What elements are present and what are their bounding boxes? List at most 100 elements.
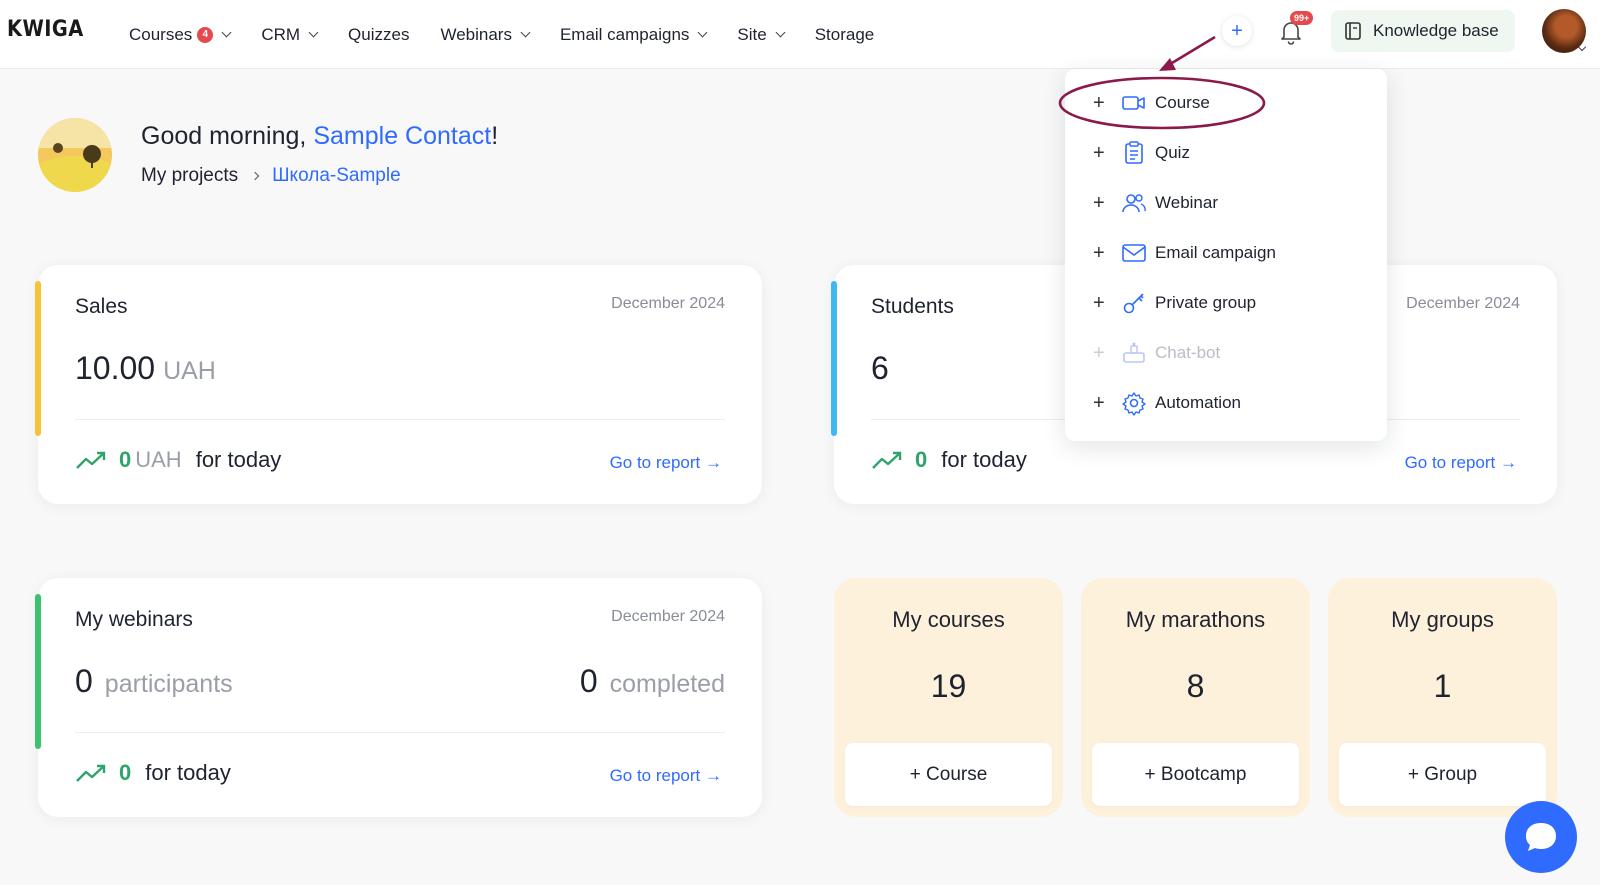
sales-today-value: 0 — [119, 447, 132, 472]
nav-crm-label: CRM — [261, 24, 301, 44]
courses-count-badge: 4 — [197, 26, 214, 43]
my-marathons-count: 8 — [1186, 668, 1205, 704]
chevron-down-icon — [221, 27, 232, 38]
create-menu-item-webinar[interactable]: + Webinar — [1065, 181, 1387, 225]
webinars-today-value: 0 — [119, 760, 132, 785]
nav-storage[interactable]: Storage — [815, 0, 875, 69]
create-menu-item-quiz[interactable]: + Quiz — [1065, 131, 1387, 175]
create-menu-item-label: Chat-bot — [1155, 343, 1221, 362]
students-go-to-report-link[interactable]: Go to report → — [1405, 453, 1517, 473]
kwiga-logo[interactable]: KWIGA — [7, 17, 84, 42]
nav-quizzes-label: Quizzes — [348, 24, 410, 44]
create-menu-item-chat-bot: + Chat-bot — [1065, 331, 1387, 375]
sales-title: Sales — [75, 295, 128, 318]
nav-webinars-label: Webinars — [440, 24, 512, 44]
sales-value: 10.00 — [75, 350, 156, 386]
create-menu-item-email-campaign[interactable]: + Email campaign — [1065, 231, 1387, 275]
nav-courses-label: Courses — [129, 24, 193, 44]
chevron-down-icon — [697, 27, 708, 38]
completed-value: 0 — [579, 663, 598, 699]
students-today-value: 0 — [915, 447, 928, 472]
chevron-down-icon[interactable] — [1577, 42, 1587, 52]
breadcrumb-my-projects[interactable]: My projects — [141, 165, 238, 187]
sales-today-unit: UAH — [135, 447, 182, 472]
webinars-completed: 0 completed — [580, 663, 725, 700]
webinars-date: December 2024 — [611, 608, 725, 625]
create-new-button[interactable]: + — [1222, 16, 1252, 46]
webinars-go-to-report-link[interactable]: Go to report → — [610, 766, 722, 786]
students-today: 0 for today — [871, 447, 1027, 473]
notifications-badge: 99+ — [1290, 11, 1314, 25]
create-menu-item-label: Automation — [1155, 393, 1241, 412]
nav-email-campaigns-label: Email campaigns — [559, 24, 690, 44]
add-course-button[interactable]: + Course — [845, 743, 1052, 806]
plus-icon: + — [1093, 391, 1105, 414]
my-courses-count: 19 — [930, 668, 967, 704]
students-value: 6 — [871, 350, 889, 386]
students-today-label: for today — [941, 447, 1027, 472]
add-group-button[interactable]: + Group — [1339, 743, 1546, 806]
breadcrumb-current-project[interactable]: Школа-Sample — [272, 165, 401, 187]
knowledge-base-button[interactable]: Knowledge base — [1331, 10, 1515, 52]
sales-date: December 2024 — [611, 295, 725, 312]
my-marathons-title[interactable]: My marathons — [1081, 607, 1310, 633]
divider — [75, 732, 725, 733]
create-menu-item-label: Email campaign — [1155, 243, 1276, 262]
completed-label: completed — [609, 670, 725, 698]
project-avatar — [38, 118, 112, 192]
students-date: December 2024 — [1406, 295, 1520, 312]
sales-total: 10.00 UAH — [75, 350, 216, 387]
sales-go-to-report-link[interactable]: Go to report → — [610, 453, 722, 473]
chat-button[interactable] — [1505, 801, 1577, 873]
my-marathons-tile: My marathons 8 + Bootcamp — [1081, 578, 1310, 817]
students-title: Students — [871, 295, 954, 318]
main-nav: Courses 4 CRM Quizzes Webinars Email cam… — [129, 0, 905, 69]
sales-today: 0 UAH for today — [75, 447, 281, 473]
chevron-down-icon — [308, 27, 319, 38]
create-menu-item-label: Course — [1155, 93, 1210, 112]
sales-unit: UAH — [163, 357, 216, 385]
trend-up-icon — [872, 451, 902, 469]
trend-up-icon — [76, 451, 106, 469]
my-groups-count: 1 — [1433, 668, 1452, 704]
create-menu-item-automation[interactable]: + Automation — [1065, 381, 1387, 425]
students-accent-bar — [831, 281, 837, 436]
divider — [75, 419, 725, 420]
greeting-user-name[interactable]: Sample Contact — [313, 122, 491, 150]
my-groups-title[interactable]: My groups — [1328, 607, 1557, 633]
participants-label: participants — [104, 670, 233, 698]
knowledge-base-label: Knowledge base — [1373, 21, 1499, 40]
my-courses-tile: My courses 19 + Course — [834, 578, 1063, 817]
plus-icon: + — [1093, 341, 1105, 364]
nav-quizzes[interactable]: Quizzes — [348, 0, 409, 69]
nav-site-label: Site — [737, 24, 767, 44]
plus-icon: + — [1093, 291, 1105, 314]
sales-card: Sales December 2024 10.00 UAH 0 UAH for t… — [35, 265, 762, 504]
create-menu-item-course[interactable]: + Course — [1065, 81, 1387, 125]
webinars-title: My webinars — [75, 608, 193, 631]
plus-icon: + — [1093, 91, 1105, 114]
sales-accent-bar — [35, 281, 41, 436]
nav-storage-label: Storage — [814, 24, 875, 44]
video-icon — [1122, 96, 1145, 110]
nav-crm[interactable]: CRM — [261, 0, 319, 69]
webinars-participants: 0 participants — [75, 663, 233, 700]
create-menu-item-label: Private group — [1155, 293, 1257, 312]
bot-icon — [1123, 342, 1145, 363]
add-bootcamp-button[interactable]: + Bootcamp — [1092, 743, 1299, 806]
chevron-down-icon — [775, 27, 786, 38]
nav-email-campaigns[interactable]: Email campaigns — [559, 0, 708, 69]
sales-today-label: for today — [195, 447, 282, 472]
plus-icon: + — [1093, 241, 1105, 264]
my-courses-title[interactable]: My courses — [834, 607, 1063, 633]
webinars-today-label: for today — [145, 760, 231, 785]
chevron-right-icon — [250, 171, 260, 181]
my-groups-tile: My groups 1 + Group — [1328, 578, 1557, 817]
users-icon — [1122, 194, 1146, 213]
nav-webinars[interactable]: Webinars — [440, 0, 531, 69]
create-menu-item-private-group[interactable]: + Private group — [1065, 281, 1387, 325]
greeting-suffix: ! — [491, 122, 499, 150]
nav-courses[interactable]: Courses 4 — [129, 0, 232, 69]
breadcrumb: My projects Школа-Sample — [141, 165, 401, 187]
nav-site[interactable]: Site — [737, 0, 786, 69]
